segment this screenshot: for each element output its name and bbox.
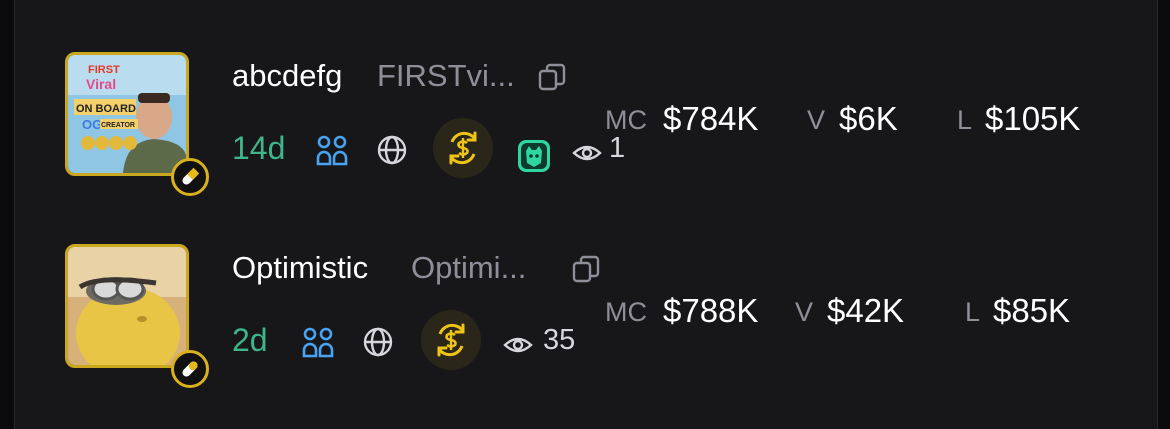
token-symbol: Optimi... xyxy=(411,250,527,285)
holders-icon[interactable] xyxy=(301,326,335,360)
liquidity-label: L xyxy=(957,105,973,135)
viewer-count: 1 xyxy=(609,132,626,164)
token-name[interactable]: abcdefg xyxy=(232,58,342,94)
viewer-count: 35 xyxy=(543,324,576,356)
holders-icon[interactable] xyxy=(315,134,349,168)
pill-icon xyxy=(171,350,209,388)
avatar-text-first: FIRST xyxy=(88,64,120,76)
globe-icon[interactable] xyxy=(376,134,408,166)
volume-value: $42K xyxy=(827,292,905,329)
market-cap-label: MC xyxy=(605,297,647,327)
avatar-text-creator: CREATOR xyxy=(101,122,135,129)
eye-icon xyxy=(572,138,602,168)
liquidity-value: $105K xyxy=(985,100,1081,137)
token-name[interactable]: Optimistic xyxy=(232,250,368,286)
dollar-coin-icon[interactable] xyxy=(421,310,481,370)
market-cap-label: MC xyxy=(605,105,647,135)
mascot-icon[interactable] xyxy=(517,139,551,173)
token-age: 14d xyxy=(232,130,286,166)
eye-icon xyxy=(503,330,533,360)
token-avatar[interactable]: FIRST Viral ON BOARD OG CREATOR xyxy=(65,52,209,196)
token-image: FIRST Viral ON BOARD OG CREATOR xyxy=(65,52,189,176)
market-cap-value: $788K xyxy=(663,292,759,329)
avatar-text-og: OG xyxy=(82,117,102,132)
token-age: 2d xyxy=(232,322,268,358)
liquidity-label: L xyxy=(965,297,981,327)
copy-icon[interactable] xyxy=(571,254,601,284)
token-row[interactable]: Optimistic Optimi... 2d 35 MC $788K V $4… xyxy=(15,238,1157,388)
pill-icon xyxy=(171,158,209,196)
copy-icon[interactable] xyxy=(537,62,567,92)
avatar-text-onboard: ON BOARD xyxy=(76,103,136,115)
dollar-coin-icon[interactable] xyxy=(433,118,493,178)
market-cap-value: $784K xyxy=(663,100,759,137)
liquidity-value: $85K xyxy=(993,292,1071,329)
token-image xyxy=(65,244,189,368)
token-list-panel: FIRST Viral ON BOARD OG CREATOR abcdefg … xyxy=(14,0,1158,429)
avatar-text-viral: Viral xyxy=(86,76,116,92)
token-symbol: FIRSTvi... xyxy=(377,58,515,93)
globe-icon[interactable] xyxy=(362,326,394,358)
volume-label: V xyxy=(795,297,814,327)
volume-label: V xyxy=(807,105,826,135)
token-row[interactable]: FIRST Viral ON BOARD OG CREATOR abcdefg … xyxy=(15,46,1157,196)
token-avatar[interactable] xyxy=(65,244,209,388)
volume-value: $6K xyxy=(839,100,898,137)
